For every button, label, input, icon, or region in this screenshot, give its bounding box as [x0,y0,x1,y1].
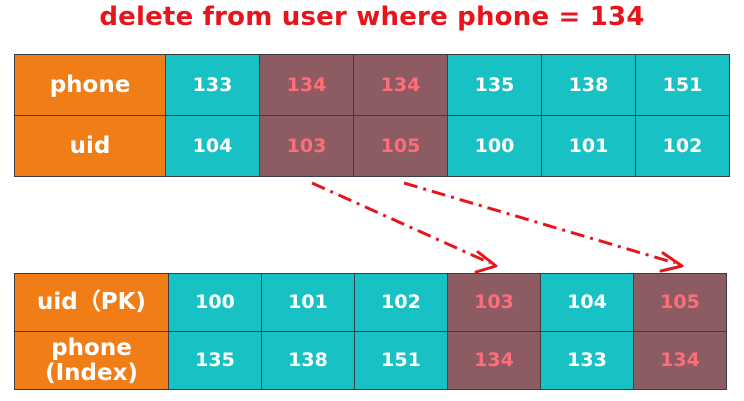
secondary-index-table: phone 133 134 134 135 138 151 uid 104 10… [14,54,730,177]
index-uid-cell-highlighted: 103 [259,115,354,177]
primary-key-table: uid（PK) 100 101 102 103 104 105 phone (I… [14,273,727,390]
arrow-103-line [311,181,491,265]
index-phone-cell: 135 [447,54,542,116]
index-uid-cell: 104 [165,115,260,177]
sql-statement-title: delete from user where phone = 134 [99,2,645,32]
pk-phone-row: phone (Index) 135 138 151 134 133 134 [14,331,727,390]
index-phone-cell: 133 [165,54,260,116]
phone-row: phone 133 134 134 135 138 151 [14,54,730,116]
index-phone-cell: 151 [635,54,730,116]
arrow-105-line [403,181,676,265]
index-phone-cell-highlighted: 134 [353,54,448,116]
pk-uid-cell: 102 [354,273,448,332]
index-uid-cell-highlighted: 105 [353,115,448,177]
arrow-103-head [474,250,498,274]
pk-phone-cell: 133 [540,331,634,390]
index-uid-cell: 101 [541,115,636,177]
pk-phone-cell-highlighted: 134 [447,331,541,390]
pk-uid-cell-highlighted: 105 [633,273,727,332]
pk-phone-cell: 151 [354,331,448,390]
pk-uid-row: uid（PK) 100 101 102 103 104 105 [14,273,727,332]
pk-uid-cell: 100 [168,273,262,332]
phone-header-line: phone [51,334,132,361]
pk-uid-cell: 104 [540,273,634,332]
pk-phone-cell-highlighted: 134 [633,331,727,390]
phone-row-header: phone [14,54,166,116]
pk-phone-cell: 138 [261,331,355,390]
pk-phone-cell: 135 [168,331,262,390]
index-header-line: (Index) [45,359,138,386]
uid-row-header: uid [14,115,166,177]
uid-row: uid 104 103 105 100 101 102 [14,115,730,177]
phone-index-row-header: phone (Index) [14,331,169,390]
index-phone-cell-highlighted: 134 [259,54,354,116]
arrow-105-head [659,251,684,273]
index-uid-cell: 102 [635,115,730,177]
uid-pk-row-header: uid（PK) [14,273,169,332]
index-uid-cell: 100 [447,115,542,177]
pk-uid-cell: 101 [261,273,355,332]
pk-uid-cell-highlighted: 103 [447,273,541,332]
index-phone-cell: 138 [541,54,636,116]
